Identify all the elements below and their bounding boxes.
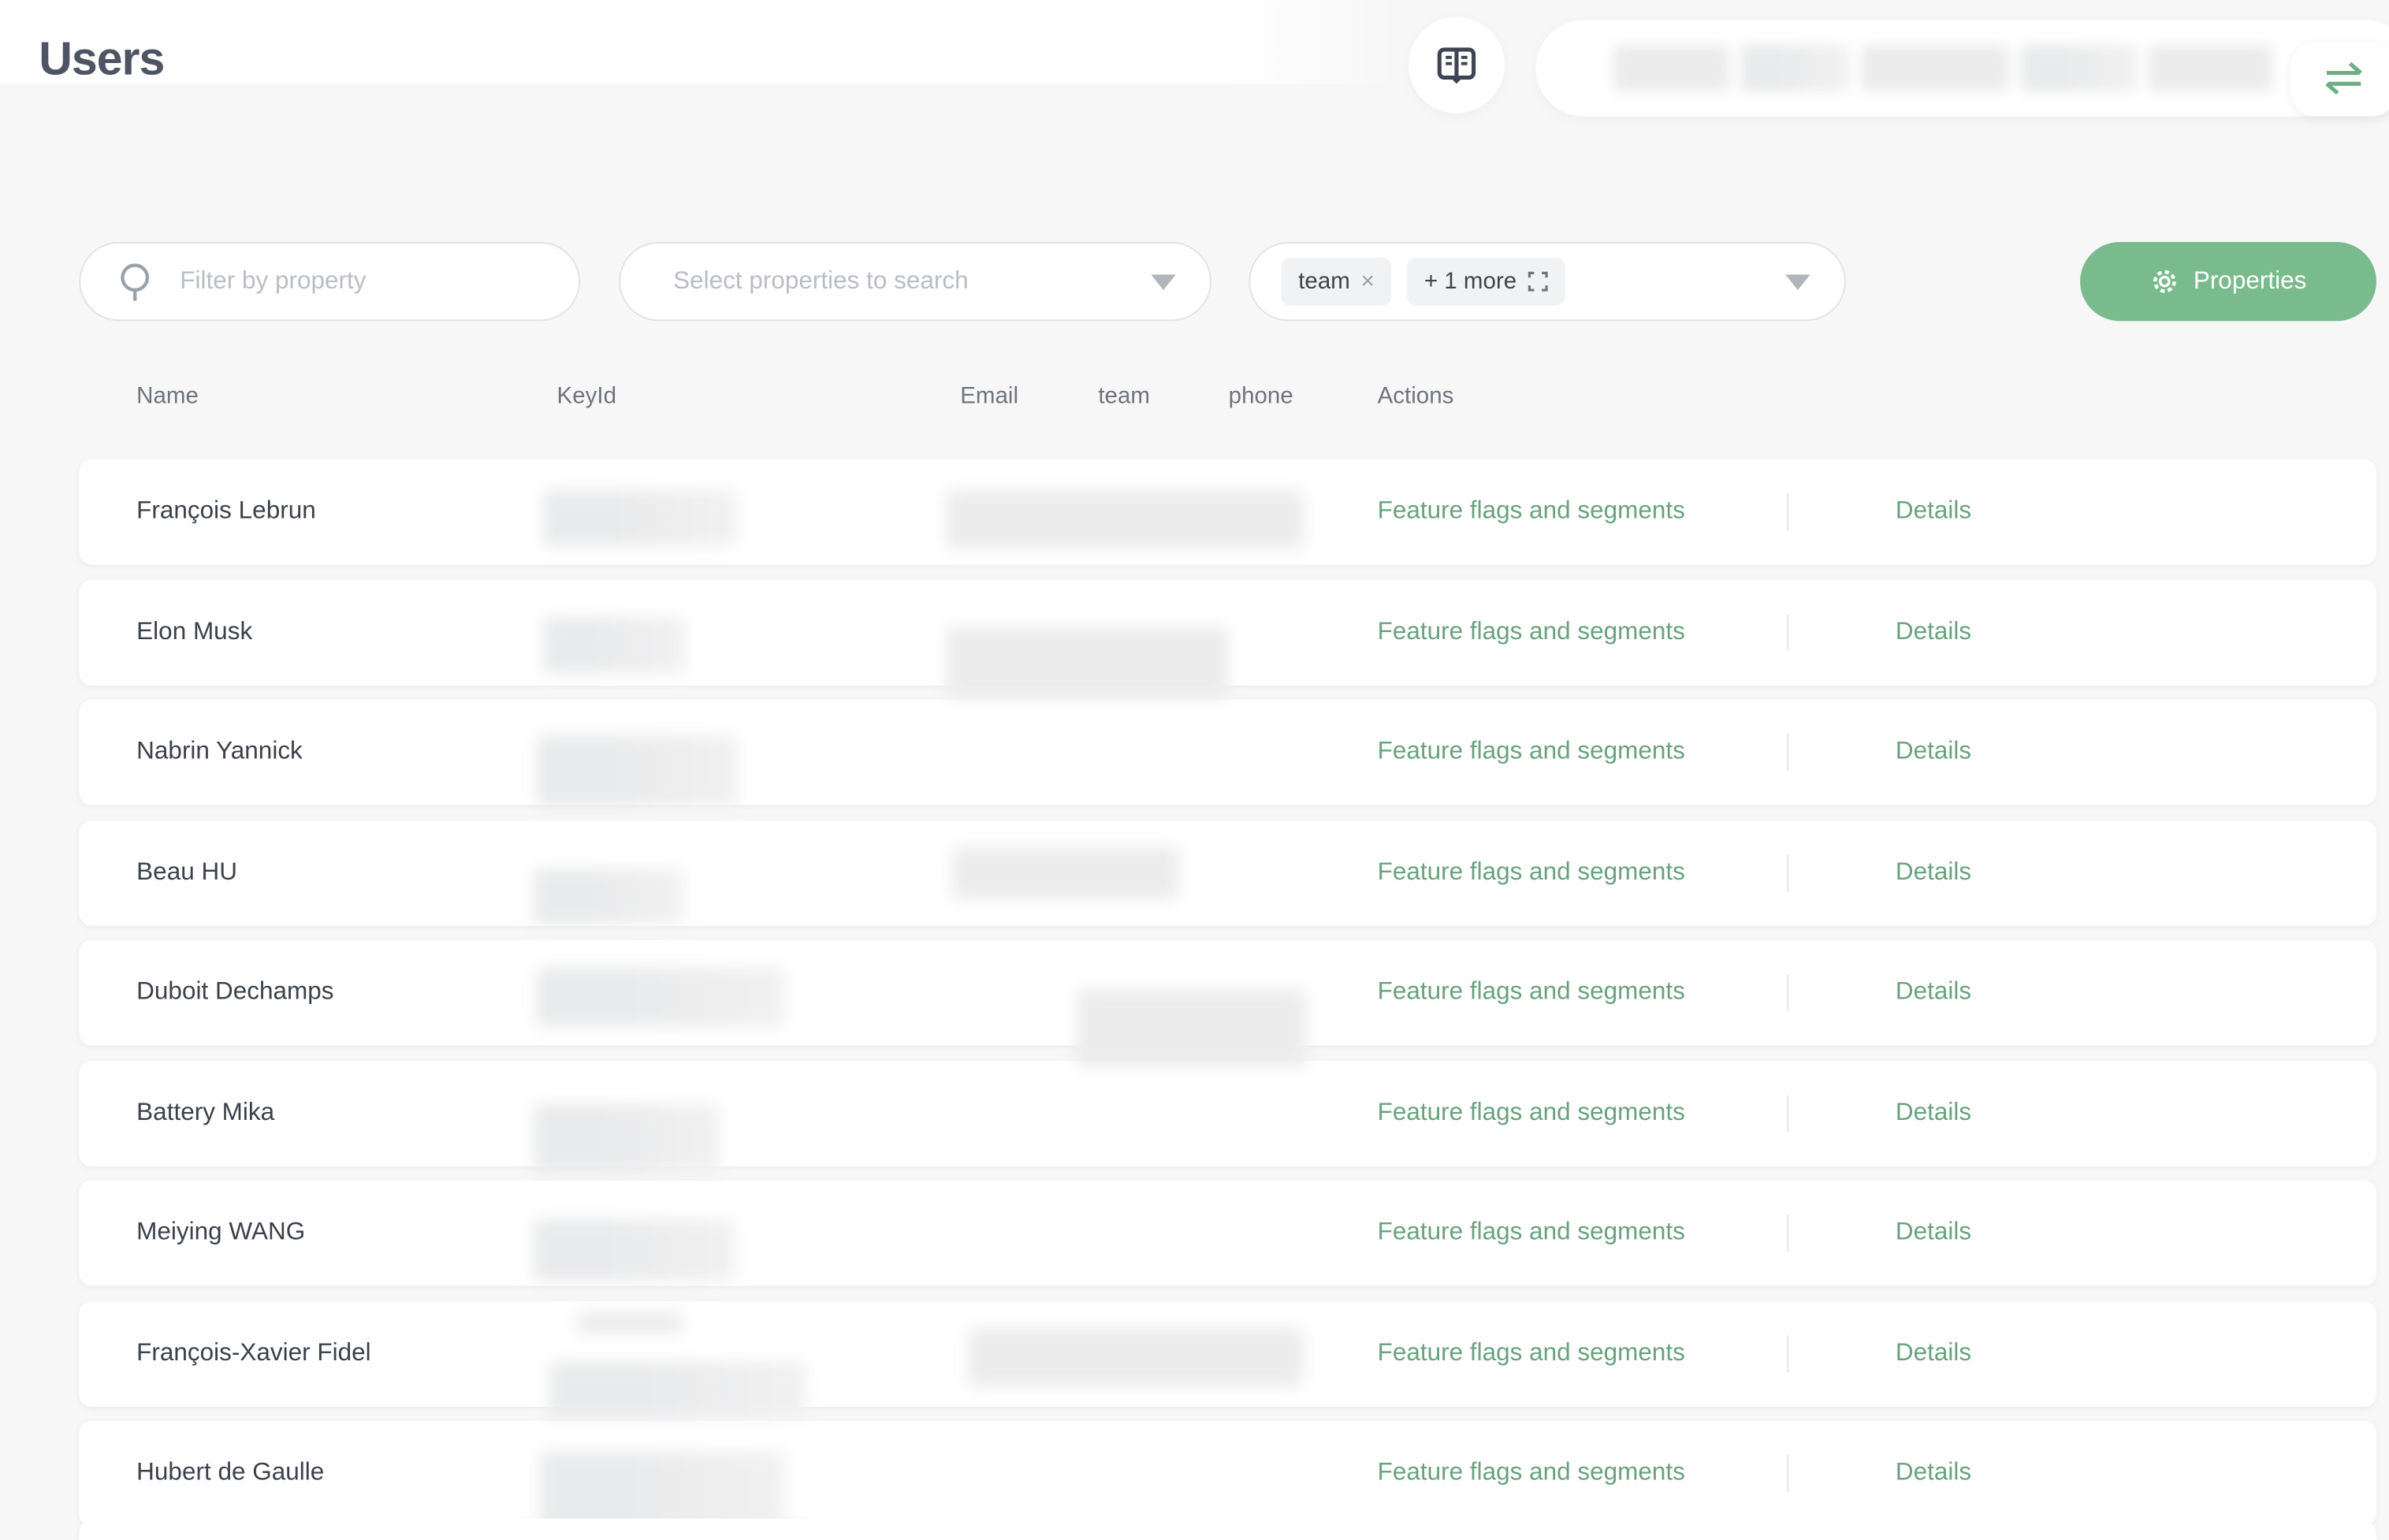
user-name: Hubert de Gaulle <box>136 1421 324 1527</box>
feature-flags-link[interactable]: Feature flags and segments <box>1378 580 1685 686</box>
redacted-keyid <box>543 617 686 673</box>
table-row-partial[interactable] <box>79 1519 2376 1540</box>
column-header-name: Name <box>136 383 199 409</box>
table-row[interactable]: Nabrin Yannick Feature flags and segment… <box>79 700 2376 805</box>
redacted-keyid <box>534 869 683 924</box>
column-header-phone: phone <box>1229 383 1293 409</box>
documentation-button[interactable] <box>1408 17 1505 113</box>
redacted-email <box>1077 990 1306 1067</box>
select-properties-placeholder: Select properties to search <box>673 267 969 295</box>
chevron-down-icon <box>1785 273 1810 289</box>
feature-flags-link[interactable]: Feature flags and segments <box>1378 940 1685 1046</box>
redacted-keyid <box>534 1104 720 1173</box>
column-header-keyid: KeyId <box>557 383 616 409</box>
chip-label: + 1 more <box>1424 268 1516 294</box>
details-link[interactable]: Details <box>1896 1061 1971 1166</box>
column-header-email: Email <box>960 383 1018 409</box>
details-link[interactable]: Details <box>1896 580 1971 686</box>
properties-button[interactable]: Properties <box>2080 242 2376 321</box>
page-title: Users <box>39 34 164 87</box>
table-row[interactable]: Meiying WANG Feature flags and segments … <box>79 1181 2376 1286</box>
expand-icon <box>1528 271 1548 292</box>
property-chip-team[interactable]: team × <box>1282 258 1392 306</box>
redacted-email <box>946 627 1228 698</box>
user-name: Meiying WANG <box>136 1181 305 1286</box>
feature-flags-link[interactable]: Feature flags and segments <box>1378 1421 1685 1527</box>
divider <box>1787 1455 1788 1492</box>
properties-button-label: Properties <box>2194 267 2307 295</box>
user-name: François Lebrun <box>136 459 316 565</box>
table-row[interactable]: Hubert de Gaulle Feature flags and segme… <box>79 1421 2376 1527</box>
redacted-keyid <box>543 490 737 546</box>
remove-chip-icon[interactable]: × <box>1361 268 1375 294</box>
search-icon <box>118 262 155 302</box>
feature-flags-link[interactable]: Feature flags and segments <box>1378 459 1685 565</box>
redacted-block <box>2021 45 2138 91</box>
divider <box>1787 1215 1788 1252</box>
redacted-keyid <box>537 968 785 1027</box>
account-info-pill[interactable] <box>1535 20 2389 117</box>
redacted-keyid <box>537 735 739 807</box>
filter-by-property-field[interactable] <box>79 242 580 321</box>
swap-arrows-icon <box>2319 61 2369 98</box>
environment-switch-button[interactable] <box>2291 42 2389 116</box>
select-properties-dropdown[interactable]: Select properties to search <box>619 242 1211 321</box>
divider <box>1787 1095 1788 1132</box>
user-name: Duboit Dechamps <box>136 940 333 1046</box>
feature-flags-link[interactable]: Feature flags and segments <box>1378 1181 1685 1286</box>
redacted-keyid <box>549 1362 807 1418</box>
details-link[interactable]: Details <box>1896 1421 1971 1527</box>
user-name: François-Xavier Fidel <box>136 1301 370 1407</box>
divider <box>1787 1335 1788 1372</box>
details-link[interactable]: Details <box>1896 940 1971 1046</box>
details-link[interactable]: Details <box>1896 1301 1971 1407</box>
divider <box>1787 614 1788 651</box>
header-band <box>0 0 1396 84</box>
feature-flags-link[interactable]: Feature flags and segments <box>1378 1301 1685 1407</box>
divider <box>1787 854 1788 891</box>
redacted-block <box>1740 45 1849 91</box>
feature-flags-link[interactable]: Feature flags and segments <box>1378 820 1685 926</box>
users-page: Users <box>0 0 2389 1523</box>
divider <box>1787 734 1788 771</box>
selected-properties-dropdown[interactable]: team × + 1 more <box>1248 242 1846 321</box>
table-row[interactable]: Battery Mika Feature flags and segments … <box>79 1061 2376 1166</box>
table-row[interactable]: Beau HU Feature flags and segments Detai… <box>79 820 2376 926</box>
redacted-keyid <box>534 1219 735 1281</box>
details-link[interactable]: Details <box>1896 820 1971 926</box>
redacted-email <box>968 1328 1303 1387</box>
redacted-block <box>1862 45 2009 91</box>
details-link[interactable]: Details <box>1896 1181 1971 1286</box>
user-name: Battery Mika <box>136 1061 274 1166</box>
details-link[interactable]: Details <box>1896 700 1971 805</box>
user-name: Beau HU <box>136 820 237 926</box>
user-name: Elon Musk <box>136 580 252 686</box>
divider <box>1787 974 1788 1011</box>
user-name: Nabrin Yannick <box>136 700 303 805</box>
redacted-block <box>1613 45 1730 91</box>
redacted-email <box>952 847 1178 900</box>
more-properties-chip[interactable]: + 1 more <box>1407 258 1565 306</box>
chevron-down-icon <box>1151 273 1175 289</box>
details-link[interactable]: Details <box>1896 459 1971 565</box>
filter-by-property-input[interactable] <box>177 266 579 297</box>
feature-flags-link[interactable]: Feature flags and segments <box>1378 1061 1685 1166</box>
redacted-email <box>946 490 1303 549</box>
column-header-team: team <box>1098 383 1150 409</box>
open-book-icon <box>1435 45 1478 85</box>
chip-label: team <box>1298 268 1350 294</box>
divider <box>1787 493 1788 530</box>
feature-flags-link[interactable]: Feature flags and segments <box>1378 700 1685 805</box>
gear-icon <box>2150 266 2179 296</box>
column-header-actions: Actions <box>1378 383 1454 409</box>
redacted-keyid <box>577 1312 683 1334</box>
redacted-block <box>2149 45 2272 91</box>
